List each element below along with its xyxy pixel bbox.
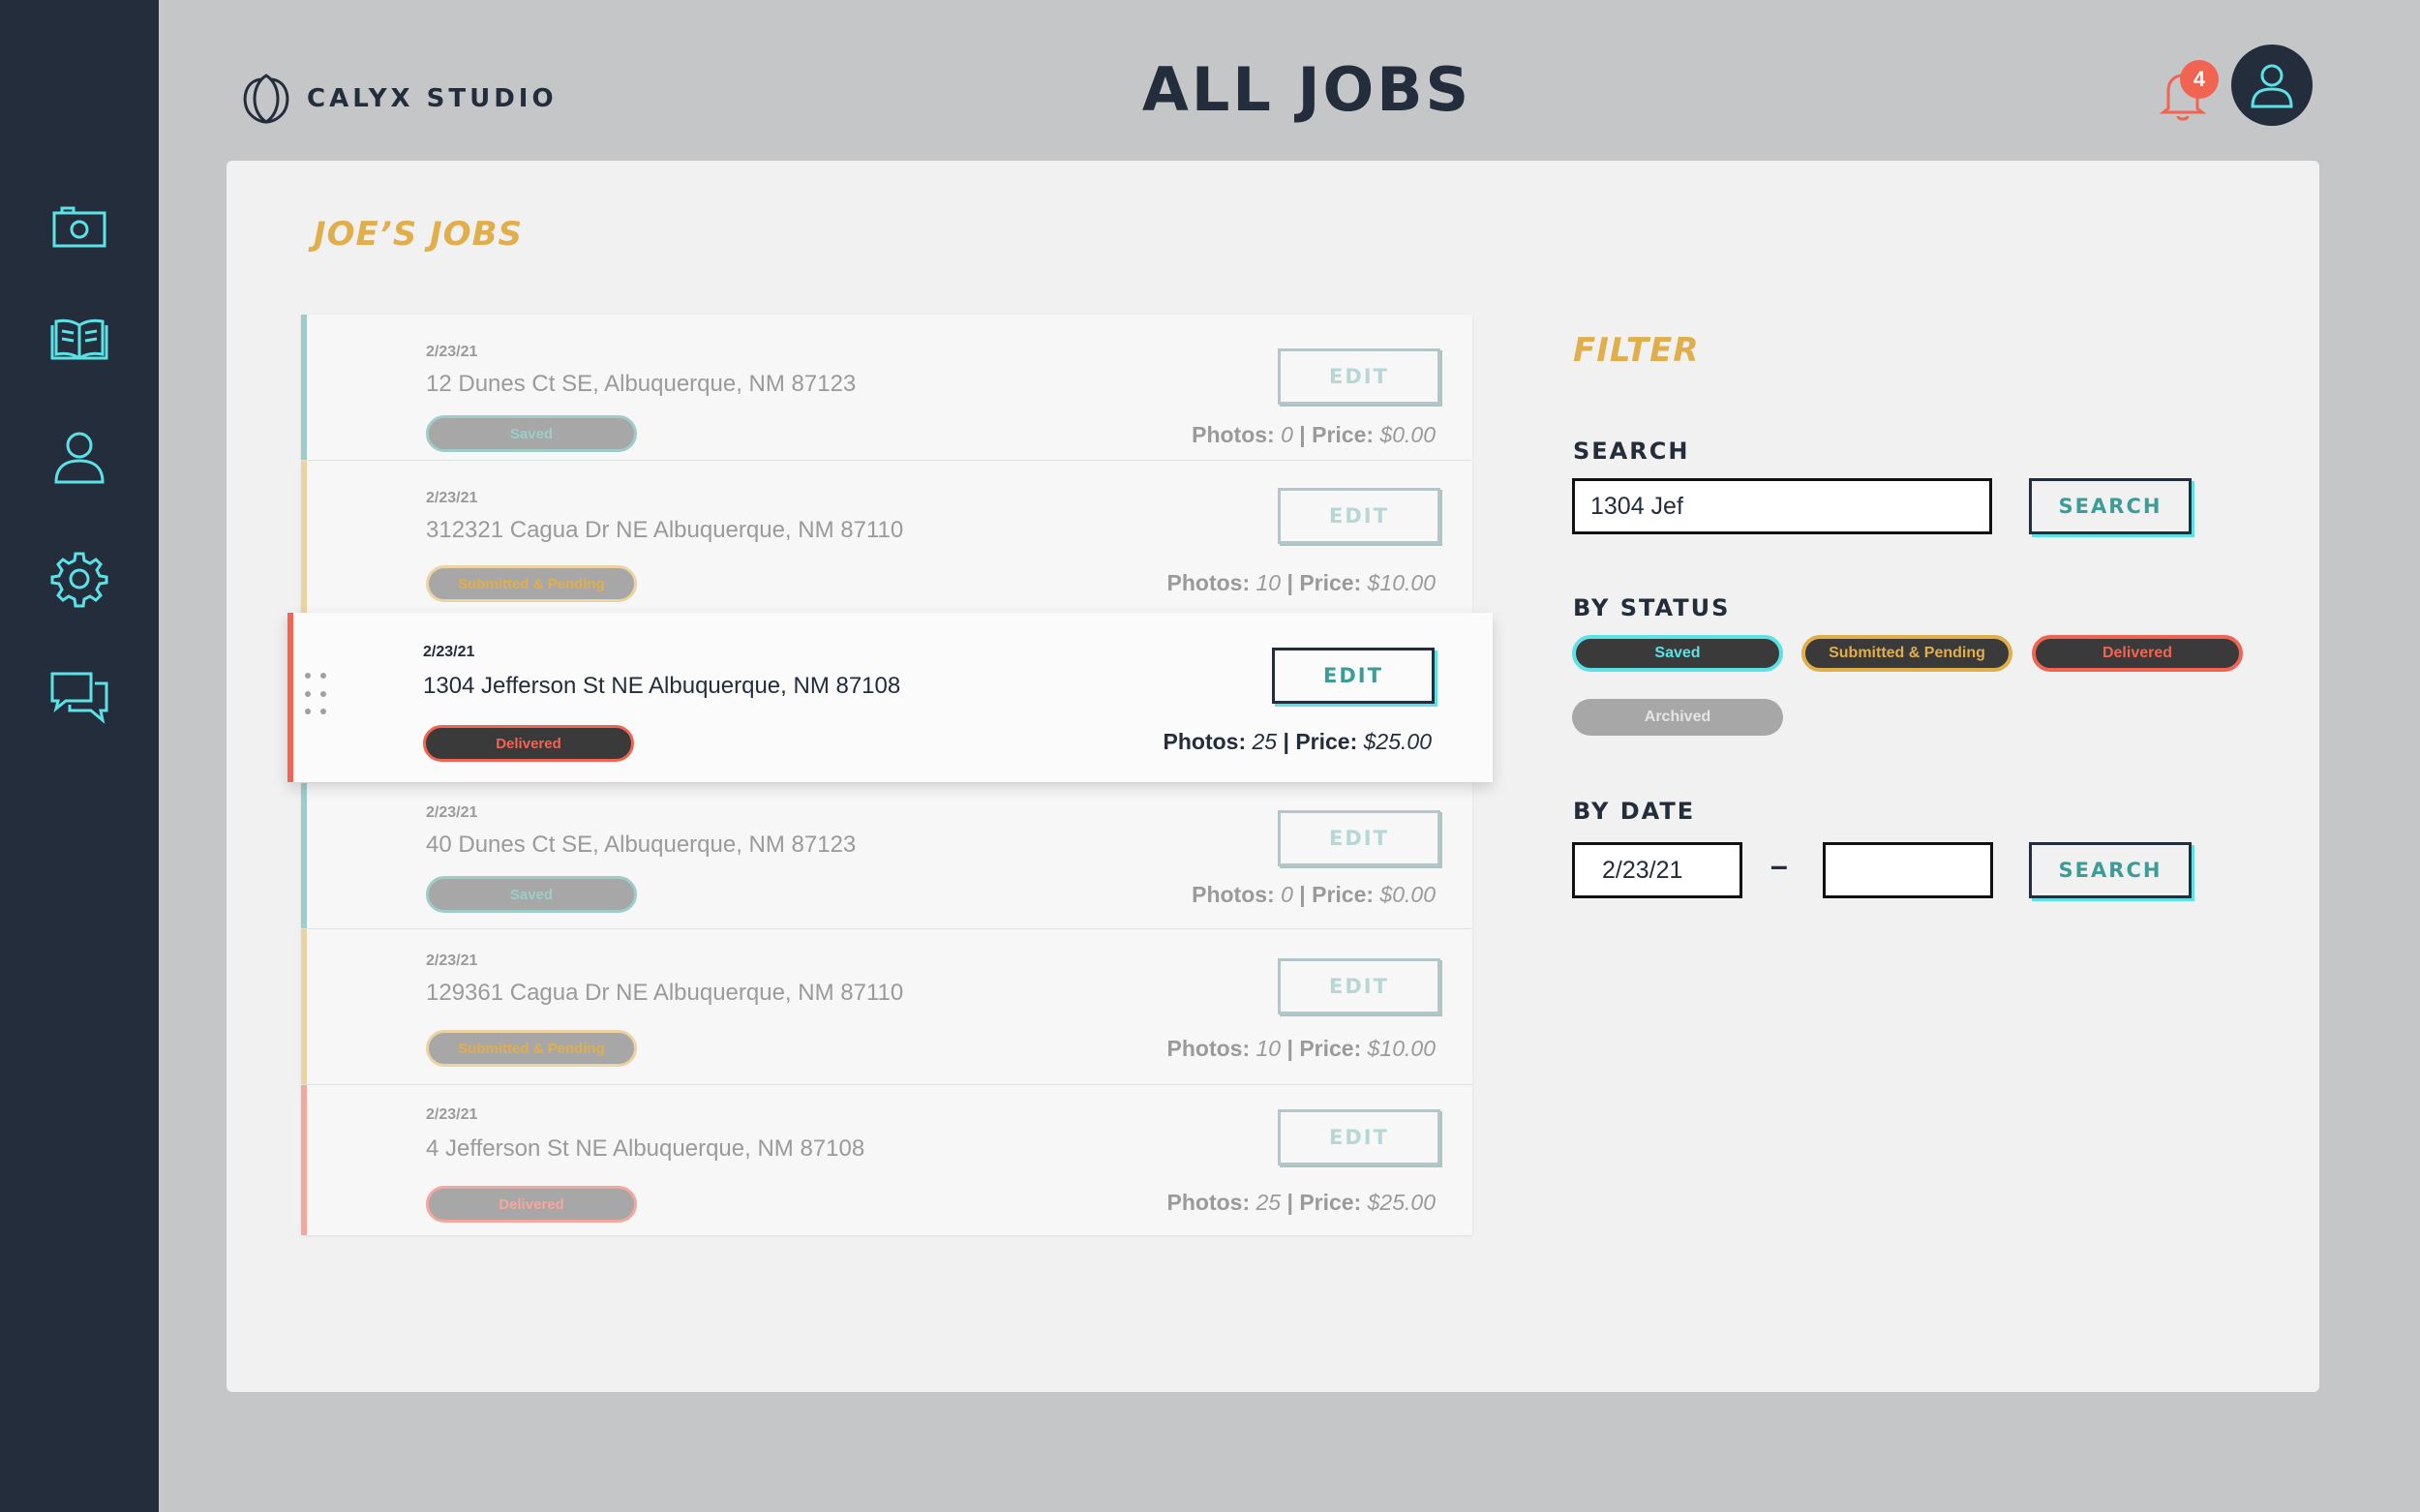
avatar[interactable] xyxy=(2231,45,2313,126)
job-date: 2/23/21 xyxy=(426,344,478,360)
sidebar-item-profile[interactable] xyxy=(45,422,114,492)
edit-button[interactable]: EDIT xyxy=(1278,1109,1440,1165)
job-summary: Photos: 10 | Price: $10.00 xyxy=(1166,1036,1436,1061)
job-address: 312321 Cagua Dr NE Albuquerque, NM 87110 xyxy=(426,517,904,543)
job-date: 2/23/21 xyxy=(426,1106,478,1123)
edit-button[interactable]: EDIT xyxy=(1278,810,1440,866)
job-summary: Photos: 0 | Price: $0.00 xyxy=(1192,882,1436,907)
job-row[interactable]: 2/23/21 40 Dunes Ct SE, Albuquerque, NM … xyxy=(301,783,1472,928)
status-badge: Submitted & Pending xyxy=(426,565,637,602)
status-filter-delivered[interactable]: Delivered xyxy=(2032,635,2243,672)
status-filter-pending[interactable]: Submitted & Pending xyxy=(1801,635,2012,672)
job-address: 40 Dunes Ct SE, Albuquerque, NM 87123 xyxy=(426,832,857,858)
date-to-input[interactable] xyxy=(1823,842,1993,898)
edit-button[interactable]: EDIT xyxy=(1278,348,1440,405)
main-card: JOE’S JOBS 2/23/21 12 Dunes Ct SE, Albuq… xyxy=(227,161,2319,1392)
filter-title: FILTER xyxy=(1573,331,1700,370)
search-input[interactable] xyxy=(1572,478,1992,534)
sidebar-item-messages[interactable] xyxy=(45,662,114,732)
job-row[interactable]: 2/23/21 12 Dunes Ct SE, Albuquerque, NM … xyxy=(301,315,1472,460)
job-date: 2/23/21 xyxy=(423,644,475,660)
edit-button[interactable]: EDIT xyxy=(1278,958,1440,1014)
gear-icon xyxy=(50,552,108,608)
job-date: 2/23/21 xyxy=(426,953,478,969)
status-badge: Saved xyxy=(426,415,637,452)
job-address: 129361 Cagua Dr NE Albuquerque, NM 87110 xyxy=(426,980,904,1006)
notification-count-badge: 4 xyxy=(2180,60,2219,99)
chat-icon xyxy=(50,672,108,724)
job-address: 1304 Jefferson St NE Albuquerque, NM 871… xyxy=(423,673,901,699)
status-filter-saved[interactable]: Saved xyxy=(1572,635,1783,672)
job-summary: Photos: 25 | Price: $25.00 xyxy=(1166,1190,1436,1215)
job-summary: Photos: 25 | Price: $25.00 xyxy=(1163,729,1432,754)
job-row[interactable]: 2/23/21 4 Jefferson St NE Albuquerque, N… xyxy=(301,1085,1472,1235)
sidebar-item-settings[interactable] xyxy=(45,544,114,614)
job-row[interactable]: 2/23/21 129361 Cagua Dr NE Albuquerque, … xyxy=(301,929,1472,1084)
date-from-input[interactable] xyxy=(1572,842,1742,898)
search-button[interactable]: SEARCH xyxy=(2029,478,2192,534)
job-date: 2/23/21 xyxy=(426,804,478,821)
job-date: 2/23/21 xyxy=(426,490,478,506)
edit-button[interactable]: EDIT xyxy=(1272,648,1435,704)
book-icon xyxy=(50,318,108,360)
user-avatar-icon xyxy=(2251,64,2293,108)
edit-button[interactable]: EDIT xyxy=(1278,488,1440,544)
job-address: 12 Dunes Ct SE, Albuquerque, NM 87123 xyxy=(426,371,857,397)
user-icon xyxy=(54,432,105,484)
date-range-separator: – xyxy=(1770,848,1788,883)
search-label: SEARCH xyxy=(1573,438,1690,465)
page-title: ALL JOBS xyxy=(1141,54,1472,125)
sidebar-item-book[interactable] xyxy=(45,306,114,376)
notifications-button[interactable]: 4 xyxy=(2159,60,2221,124)
status-badge: Submitted & Pending xyxy=(426,1030,637,1067)
date-filter-label: BY DATE xyxy=(1573,798,1696,825)
job-row-selected[interactable]: 2/23/21 1304 Jefferson St NE Albuquerque… xyxy=(287,613,1493,782)
drag-handle-icon[interactable] xyxy=(305,673,328,721)
status-filter-archived[interactable]: Archived xyxy=(1572,699,1783,736)
job-address: 4 Jefferson St NE Albuquerque, NM 87108 xyxy=(426,1135,865,1162)
job-summary: Photos: 0 | Price: $0.00 xyxy=(1192,422,1436,447)
job-row[interactable]: 2/23/21 312321 Cagua Dr NE Albuquerque, … xyxy=(301,461,1472,616)
sidebar-item-camera[interactable] xyxy=(45,194,114,263)
status-badge: Saved xyxy=(426,876,637,913)
date-search-button[interactable]: SEARCH xyxy=(2029,842,2192,898)
status-filter-label: BY STATUS xyxy=(1573,594,1731,621)
status-badge: Delivered xyxy=(426,1186,637,1223)
sidebar xyxy=(0,0,159,1512)
jobs-title: JOE’S JOBS xyxy=(314,215,523,254)
job-summary: Photos: 10 | Price: $10.00 xyxy=(1166,570,1436,595)
camera-icon xyxy=(52,206,106,248)
status-badge: Delivered xyxy=(423,725,634,762)
